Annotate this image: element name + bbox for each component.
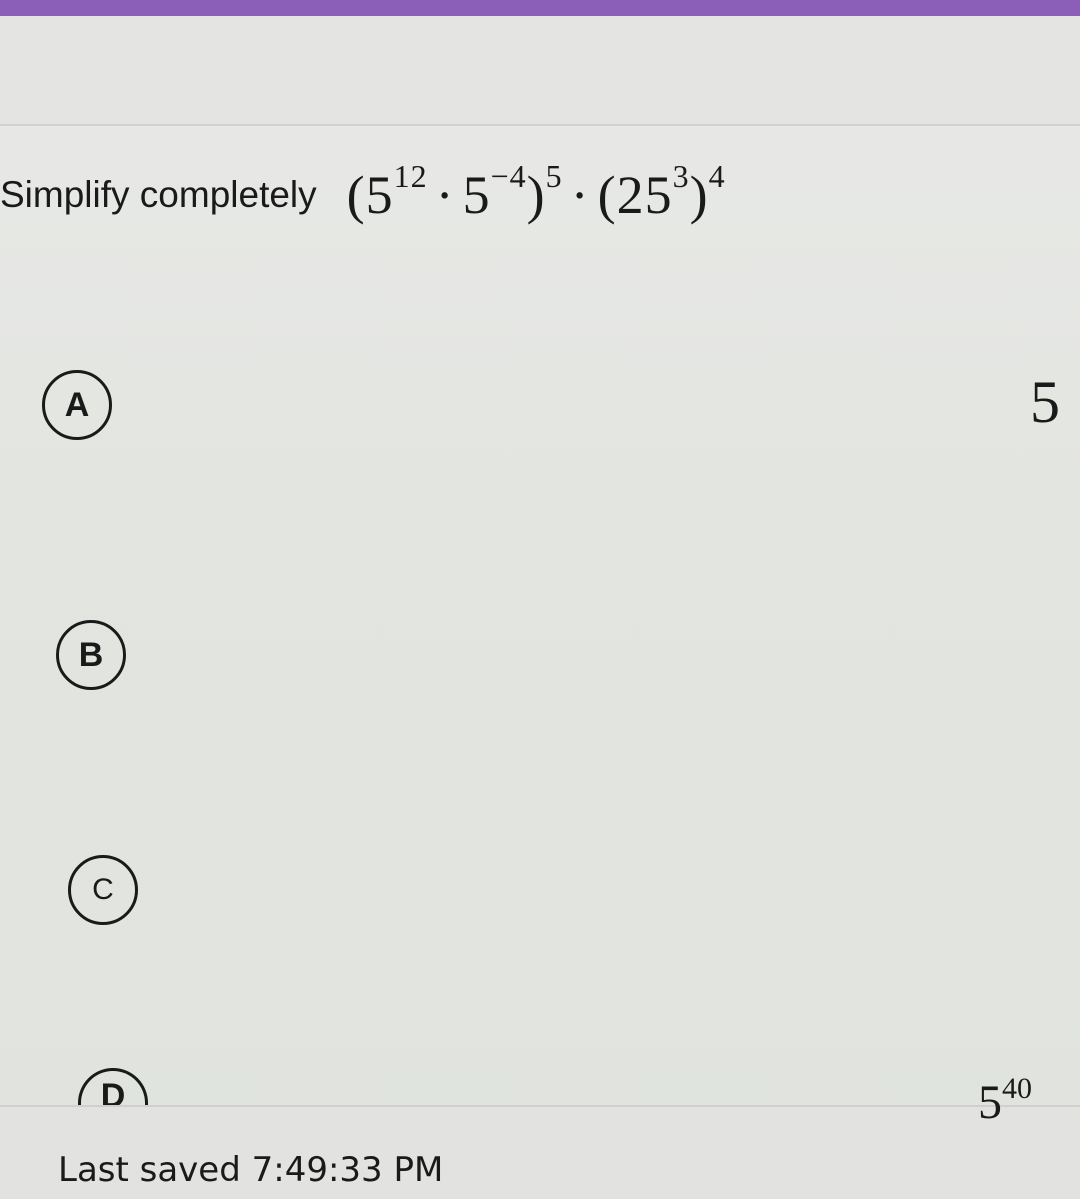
expr-close-paren-1: ) (526, 165, 546, 225)
question-row: Simplify completely (512 · 5−4)5 · (253)4 (0, 150, 726, 240)
expr-dot-2: · (570, 165, 590, 225)
expr-outer-exponent-2: 4 (708, 158, 726, 194)
expr-dot-1: · (435, 165, 455, 225)
option-a-answer[interactable]: 5 (1030, 368, 1060, 437)
option-a-answer-base: 5 (1030, 369, 1060, 435)
expr-exponent-1: 12 (393, 158, 428, 194)
expr-base-3: 25 (616, 165, 673, 225)
expr-close-paren-2: ) (689, 165, 709, 225)
option-b-radio[interactable]: B (56, 620, 126, 690)
option-a-letter: A (64, 385, 90, 424)
option-d-answer[interactable]: 540 (978, 1072, 1032, 1130)
last-saved-status: Last saved 7:49:33 PM (58, 1150, 444, 1190)
expr-base-1: 5 (365, 165, 394, 225)
expr-exponent-2: −4 (490, 158, 527, 194)
option-d-answer-exponent: 40 (1002, 1072, 1032, 1105)
top-accent-bar (0, 0, 1080, 16)
quiz-screen: Simplify completely (512 · 5−4)5 · (253)4 A … (0, 0, 1080, 1199)
expr-open-paren-2: ( (597, 165, 617, 225)
expr-exponent-3: 3 (672, 158, 690, 194)
option-c-letter: C (92, 873, 114, 906)
expr-open-paren-1: ( (346, 165, 366, 225)
option-d-letter: D (100, 1077, 126, 1108)
option-b-letter: B (78, 635, 104, 674)
option-c-radio[interactable]: C (68, 855, 138, 925)
option-a-radio[interactable]: A (42, 370, 112, 440)
expr-outer-exponent-1: 5 (545, 158, 563, 194)
question-expression: (512 · 5−4)5 · (253)4 (346, 160, 726, 226)
option-d-answer-base: 5 (978, 1076, 1002, 1129)
expr-base-2: 5 (462, 165, 491, 225)
option-d-radio[interactable]: D (78, 1068, 148, 1108)
header-band (0, 16, 1080, 126)
question-prompt: Simplify completely (0, 174, 317, 215)
